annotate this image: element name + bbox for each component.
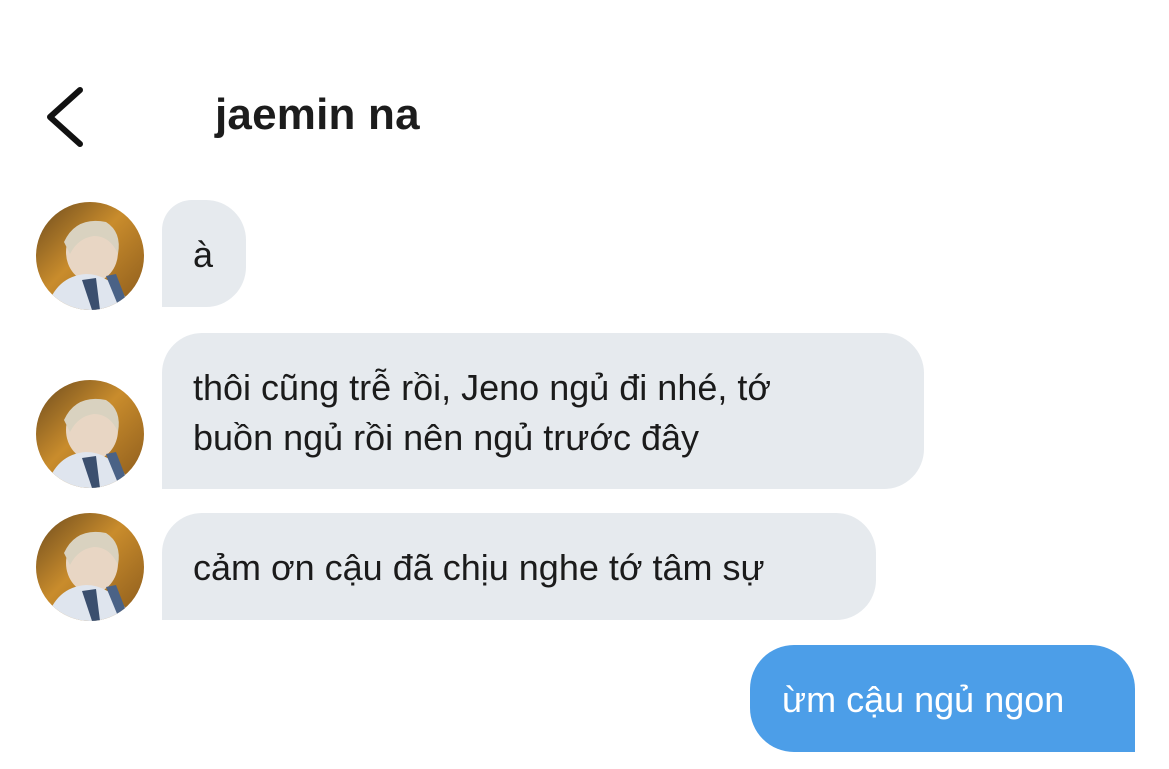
back-button[interactable] xyxy=(38,84,94,148)
chat-header: jaemin na xyxy=(0,70,1169,160)
contact-name[interactable]: jaemin na xyxy=(215,90,420,140)
avatar[interactable] xyxy=(36,513,144,621)
message-row: thôi cũng trễ rồi, Jeno ngủ đi nhé, tớ b… xyxy=(0,333,1169,493)
message-bubble-outgoing[interactable]: ừm cậu ngủ ngon xyxy=(750,645,1135,752)
message-bubble-incoming[interactable]: cảm ơn cậu đã chịu nghe tớ tâm sự xyxy=(162,513,876,620)
message-bubble-incoming[interactable]: thôi cũng trễ rồi, Jeno ngủ đi nhé, tớ b… xyxy=(162,333,924,489)
message-row: ừm cậu ngủ ngon xyxy=(0,645,1169,755)
message-row: à xyxy=(0,200,1169,310)
message-bubble-incoming[interactable]: à xyxy=(162,200,246,307)
message-row: cảm ơn cậu đã chịu nghe tớ tâm sự xyxy=(0,513,1169,623)
avatar[interactable] xyxy=(36,380,144,488)
avatar[interactable] xyxy=(36,202,144,310)
chevron-left-icon xyxy=(47,87,83,147)
